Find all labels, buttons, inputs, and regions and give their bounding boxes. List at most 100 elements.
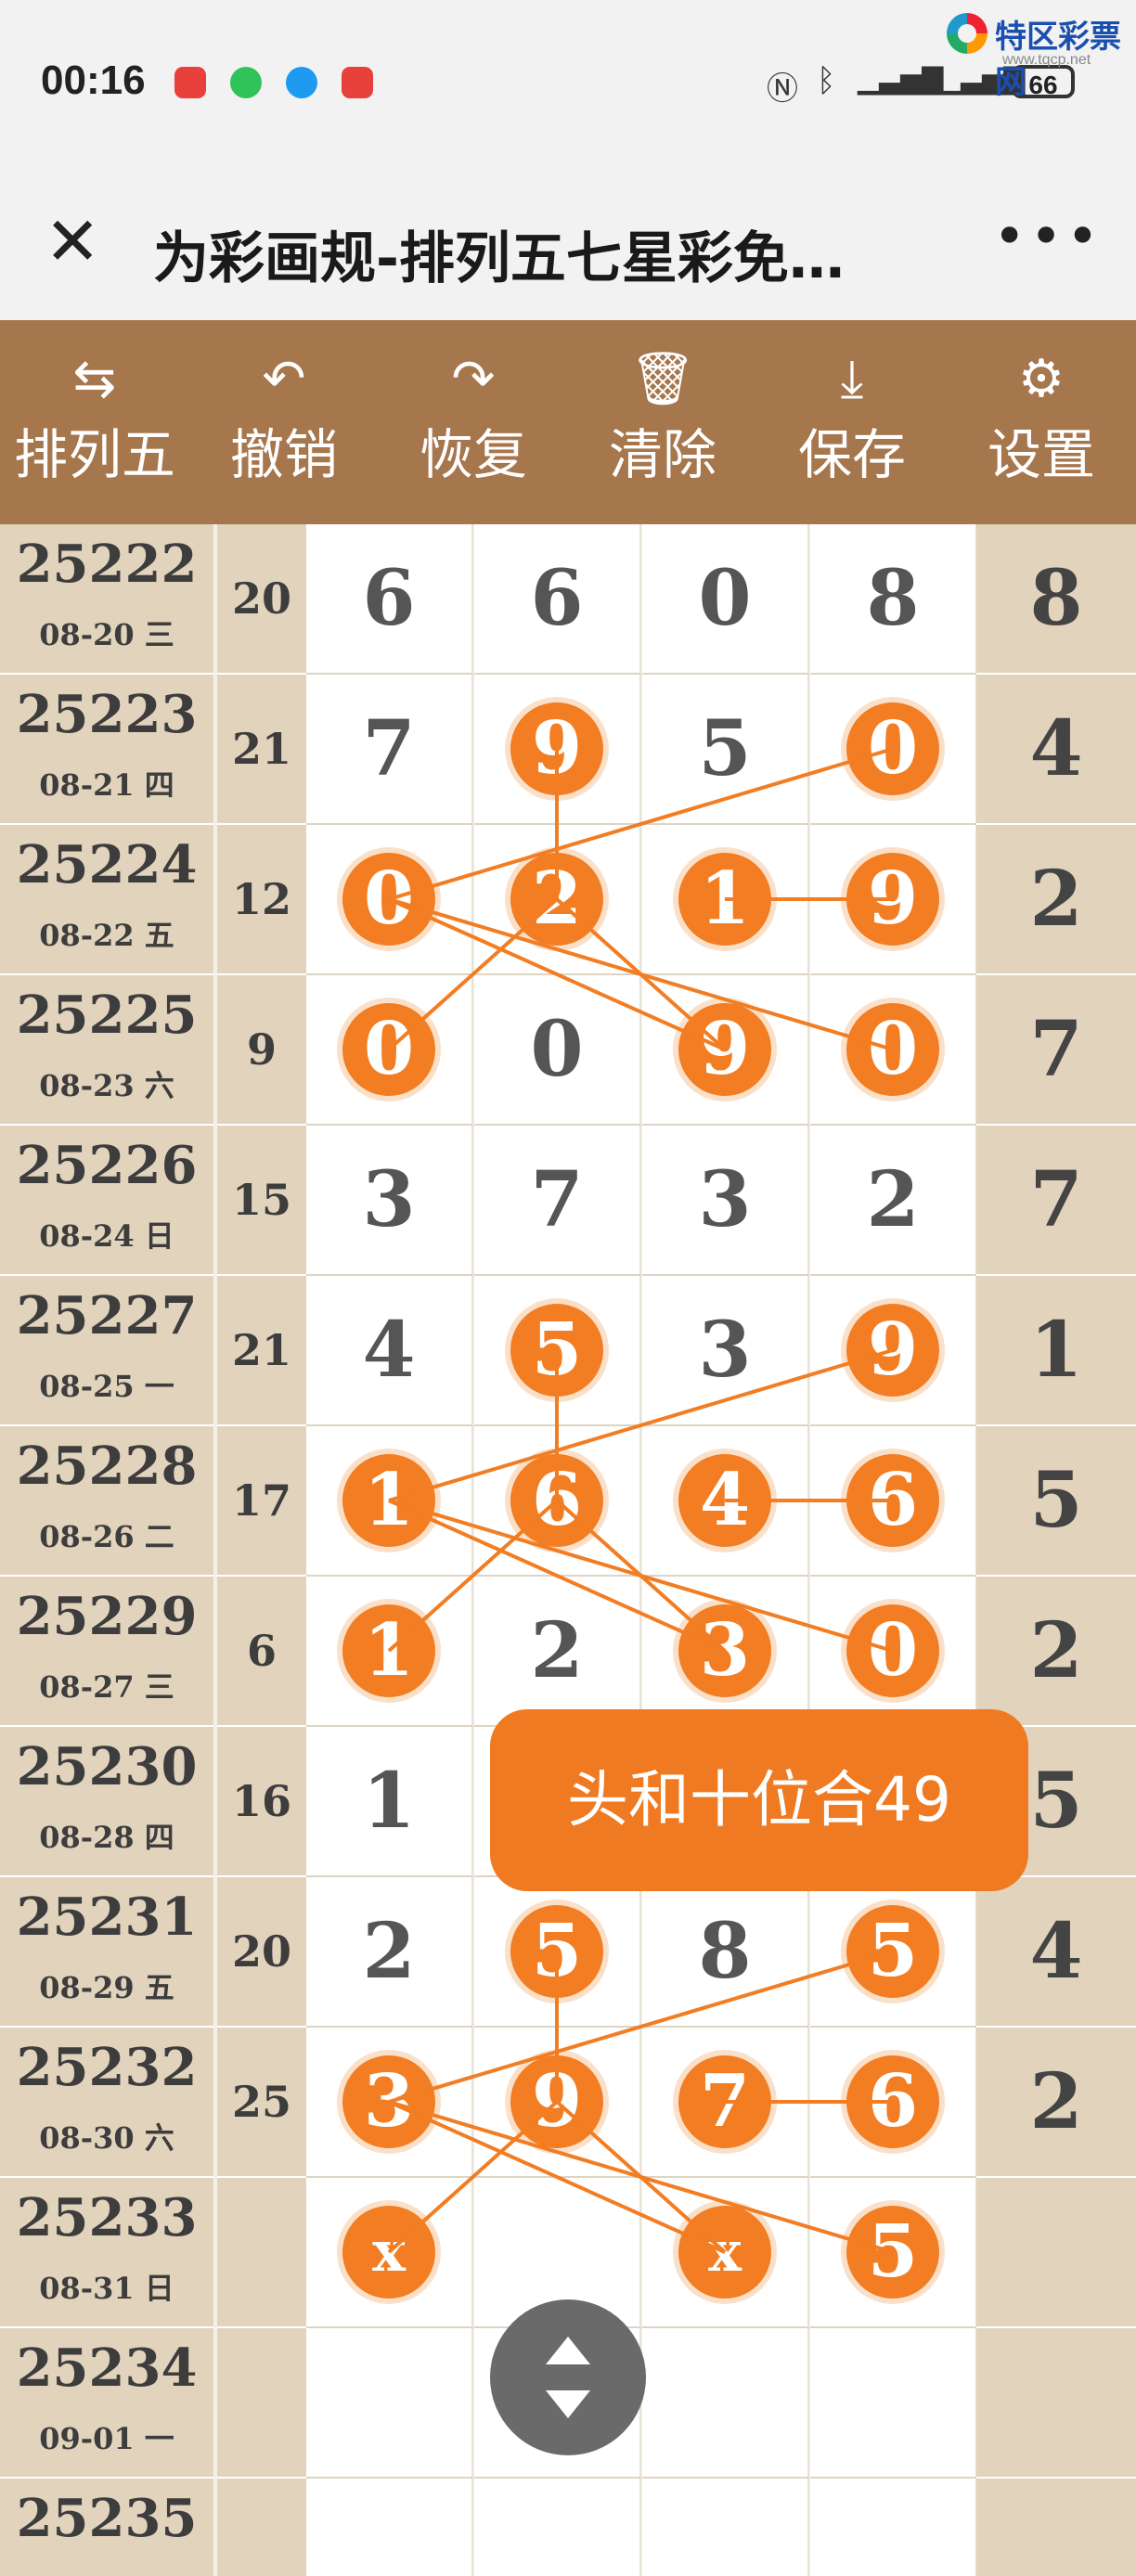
digit-cell[interactable]: 3: [306, 2028, 473, 2178]
digit-cell[interactable]: 6: [306, 524, 473, 675]
digit-cell[interactable]: 2: [474, 1577, 641, 1727]
digit-cell[interactable]: 9: [642, 975, 809, 1126]
undo-button[interactable]: ↶ 撤销: [189, 320, 379, 524]
digit-cell[interactable]: 9: [810, 825, 977, 975]
digit-cell[interactable]: [810, 2479, 977, 2576]
digit-cell[interactable]: 7: [306, 675, 473, 825]
digit-cell[interactable]: 6: [474, 1426, 641, 1577]
fifth-digit-cell: [976, 2479, 1136, 2576]
digit-cell[interactable]: [642, 2328, 809, 2479]
fifth-digit-cell: 8: [976, 524, 1136, 675]
digit-cell[interactable]: 9: [810, 1276, 977, 1426]
sum-cell: 21: [217, 1276, 306, 1426]
digit-cell[interactable]: 2: [810, 1126, 977, 1276]
table-row: 25227 08-25 一 21 4 5 3 9 1: [0, 1276, 1136, 1426]
redo-button[interactable]: ↷ 恢复: [379, 320, 568, 524]
digit-cell[interactable]: 0: [642, 524, 809, 675]
digit-cell[interactable]: 7: [474, 1126, 641, 1276]
digit-cell[interactable]: 6: [474, 524, 641, 675]
digit-value: 2: [866, 1155, 920, 1244]
digit-value: 8: [866, 554, 920, 643]
digit-cell[interactable]: 0: [474, 975, 641, 1126]
digit-cell[interactable]: 4: [306, 1276, 473, 1426]
table-row: 25228 08-26 二 17 1 6 4 6 5: [0, 1426, 1136, 1577]
digit-cell[interactable]: [474, 2479, 641, 2576]
digit-value: 6: [362, 554, 416, 643]
digit-cell[interactable]: 5: [474, 1276, 641, 1426]
settings-button[interactable]: ⚙ 设置: [947, 320, 1136, 524]
more-menu-icon[interactable]: •••: [993, 204, 1103, 269]
digit-cell[interactable]: 4: [642, 1426, 809, 1577]
fifth-digit-cell: 4: [976, 1877, 1136, 2028]
digit-cell[interactable]: 0: [306, 825, 473, 975]
digit-cell[interactable]: 9: [474, 2028, 641, 2178]
issue-number: 25225: [16, 985, 198, 1046]
digit-cell[interactable]: [642, 2479, 809, 2576]
digit-cell[interactable]: 0: [810, 1577, 977, 1727]
sum-cell: 15: [217, 1126, 306, 1276]
issue-number: 25224: [16, 834, 198, 895]
digit-cell[interactable]: 5: [810, 1877, 977, 2028]
digit-cell[interactable]: [306, 2328, 473, 2479]
digit-cell[interactable]: 8: [642, 1877, 809, 2028]
close-icon[interactable]: ✕: [45, 204, 100, 278]
digit-cell[interactable]: [306, 2479, 473, 2576]
digit-cell[interactable]: 5: [642, 675, 809, 825]
marked-ball: 5: [846, 1905, 939, 1998]
issue-cell: 25225 08-23 六: [0, 975, 213, 1126]
sum-cell: 20: [217, 524, 306, 675]
digit-cell[interactable]: 1: [642, 825, 809, 975]
digit-cell[interactable]: 2: [474, 825, 641, 975]
digit-value: 2: [530, 1606, 584, 1695]
digit-cell[interactable]: 0: [810, 675, 977, 825]
download-icon: ⤓: [840, 349, 864, 409]
fifth-digit-cell: 7: [976, 1126, 1136, 1276]
issue-number: 25230: [16, 1736, 198, 1797]
digit-cell[interactable]: 6: [810, 2028, 977, 2178]
issue-number: 25223: [16, 684, 198, 745]
digit-cell[interactable]: 9: [474, 675, 641, 825]
digit-cell[interactable]: 0: [810, 975, 977, 1126]
digit-cell[interactable]: 3: [642, 1577, 809, 1727]
digit-value: 8: [698, 1907, 752, 1996]
issue-cell: 25229 08-27 三: [0, 1577, 213, 1727]
issue-number: 25232: [16, 2037, 198, 2098]
fifth-digit-cell: [976, 2178, 1136, 2328]
sum-cell: 16: [217, 1727, 306, 1877]
digit-value: 0: [698, 554, 752, 643]
undo-icon: ↶: [262, 349, 306, 409]
fifth-digit-cell: 4: [976, 675, 1136, 825]
issue-cell: 25234 09-01 一: [0, 2328, 213, 2479]
marked-ball: 0: [846, 1003, 939, 1096]
digit-cell[interactable]: 5: [810, 2178, 977, 2328]
app-notification-icon: [174, 67, 206, 98]
digit-value: 4: [362, 1306, 416, 1395]
redo-icon: ↷: [451, 349, 496, 409]
digit-cell[interactable]: 1: [306, 1727, 473, 1877]
digit-cell[interactable]: 3: [306, 1126, 473, 1276]
digit-cell[interactable]: 1: [306, 1577, 473, 1727]
digit-cell[interactable]: x: [306, 2178, 473, 2328]
digit-cell[interactable]: 3: [642, 1276, 809, 1426]
digit-cell[interactable]: x: [642, 2178, 809, 2328]
issue-number: 25226: [16, 1135, 198, 1196]
digit-cell[interactable]: 5: [474, 1877, 641, 2028]
digit-cell[interactable]: 2: [306, 1877, 473, 2028]
wechat-icon: [230, 67, 262, 98]
digit-cell[interactable]: [810, 2328, 977, 2479]
issue-cell: 25233 08-31 日: [0, 2178, 213, 2328]
digit-value: 5: [698, 704, 752, 793]
tooltip-popup: 头和十位合49: [490, 1709, 1028, 1891]
digit-cell[interactable]: 3: [642, 1126, 809, 1276]
digit-cell[interactable]: 7: [642, 2028, 809, 2178]
scroll-toggle-button[interactable]: [490, 2299, 646, 2455]
digit-cell[interactable]: 8: [810, 524, 977, 675]
clear-button[interactable]: 🗑 清除: [568, 320, 757, 524]
digit-cell[interactable]: 0: [306, 975, 473, 1126]
digit-cell[interactable]: 1: [306, 1426, 473, 1577]
toolbar-button-lottery-type[interactable]: ⇆ 排列五: [0, 320, 189, 524]
marked-ball: 5: [510, 1905, 603, 1998]
save-button[interactable]: ⤓ 保存: [757, 320, 947, 524]
digit-cell[interactable]: 6: [810, 1426, 977, 1577]
digit-value: 7: [362, 704, 416, 793]
